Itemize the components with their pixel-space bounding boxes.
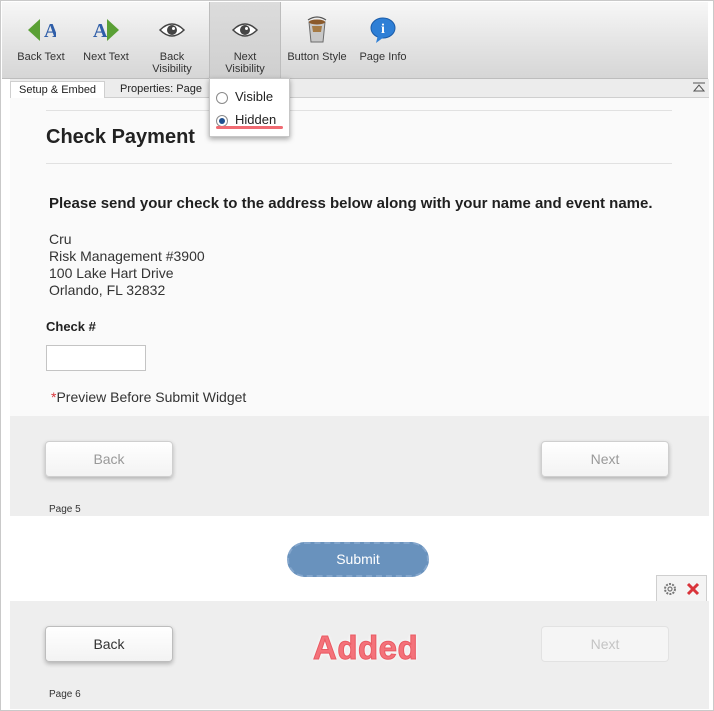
svg-text:A: A <box>93 20 108 42</box>
back-text-icon: A <box>28 19 56 42</box>
preview-widget-label: Preview Before Submit Widget <box>56 389 247 405</box>
field-tools <box>656 575 707 602</box>
paint-bucket-icon <box>307 16 327 43</box>
back-visibility-label: Back Visibility <box>152 51 192 75</box>
page-6-label: Page 6 <box>49 689 81 700</box>
page-info-button[interactable]: i Page Info <box>354 2 412 78</box>
check-number-label: Check # <box>46 319 96 334</box>
address-line: Risk Management #3900 <box>49 248 205 264</box>
svg-text:A: A <box>44 20 56 42</box>
back-visibility-button[interactable]: Back Visibility <box>139 2 205 78</box>
svg-text:i: i <box>381 22 385 37</box>
page-5-label: Page 5 <box>49 504 81 515</box>
page-5-back-button[interactable]: Back <box>45 441 173 477</box>
eye-icon <box>231 23 259 37</box>
toolbar: A Back Text A Next Text Back Visibility <box>2 2 708 79</box>
check-number-input[interactable] <box>46 345 146 371</box>
submit-button[interactable]: Submit <box>287 542 429 577</box>
address-line: Cru <box>49 231 72 247</box>
address-line: 100 Lake Hart Drive <box>49 265 174 281</box>
next-text-label: Next Text <box>83 51 129 63</box>
divider <box>46 163 672 164</box>
back-text-button[interactable]: A Back Text <box>8 2 74 78</box>
next-text-button[interactable]: A Next Text <box>75 2 137 78</box>
next-visibility-button[interactable]: Next Visibility <box>209 2 281 78</box>
page-title: Check Payment <box>46 126 195 148</box>
next-text-icon: A <box>93 19 119 42</box>
button-style-button[interactable]: Button Style <box>283 2 351 78</box>
address-line: Orlando, FL 32832 <box>49 282 166 298</box>
page-info-label: Page Info <box>359 51 407 63</box>
form-builder-window: A Back Text A Next Text Back Visibility <box>0 0 714 711</box>
highlight-underline <box>216 126 283 129</box>
visibility-dropdown: Visible Hidden <box>209 78 290 137</box>
close-icon[interactable] <box>686 582 700 596</box>
page-6-next-button[interactable]: Next <box>541 626 669 662</box>
gear-icon[interactable] <box>663 582 677 596</box>
page-6-back-button[interactable]: Back <box>45 626 173 662</box>
option-label: Visible <box>235 89 274 104</box>
payment-instructions: Please send your check to the address be… <box>49 195 653 212</box>
info-bubble-icon: i <box>370 17 396 43</box>
panel-tabs: Setup & Embed Properties: Page <box>10 79 709 98</box>
next-visibility-label: Next Visibility <box>225 51 265 75</box>
divider <box>46 110 672 111</box>
tab-properties-page[interactable]: Properties: Page <box>112 81 210 97</box>
page-5-next-button[interactable]: Next <box>541 441 669 477</box>
eye-icon <box>158 23 186 37</box>
tab-setup-embed[interactable]: Setup & Embed <box>10 81 106 98</box>
preview-widget-text: *Preview Before Submit Widget <box>51 389 246 405</box>
button-style-label: Button Style <box>287 51 347 63</box>
added-annotation: Added <box>312 629 419 667</box>
back-text-label: Back Text <box>17 51 65 63</box>
collapse-triangle-icon[interactable] <box>693 82 705 92</box>
radio-button[interactable] <box>216 92 228 104</box>
